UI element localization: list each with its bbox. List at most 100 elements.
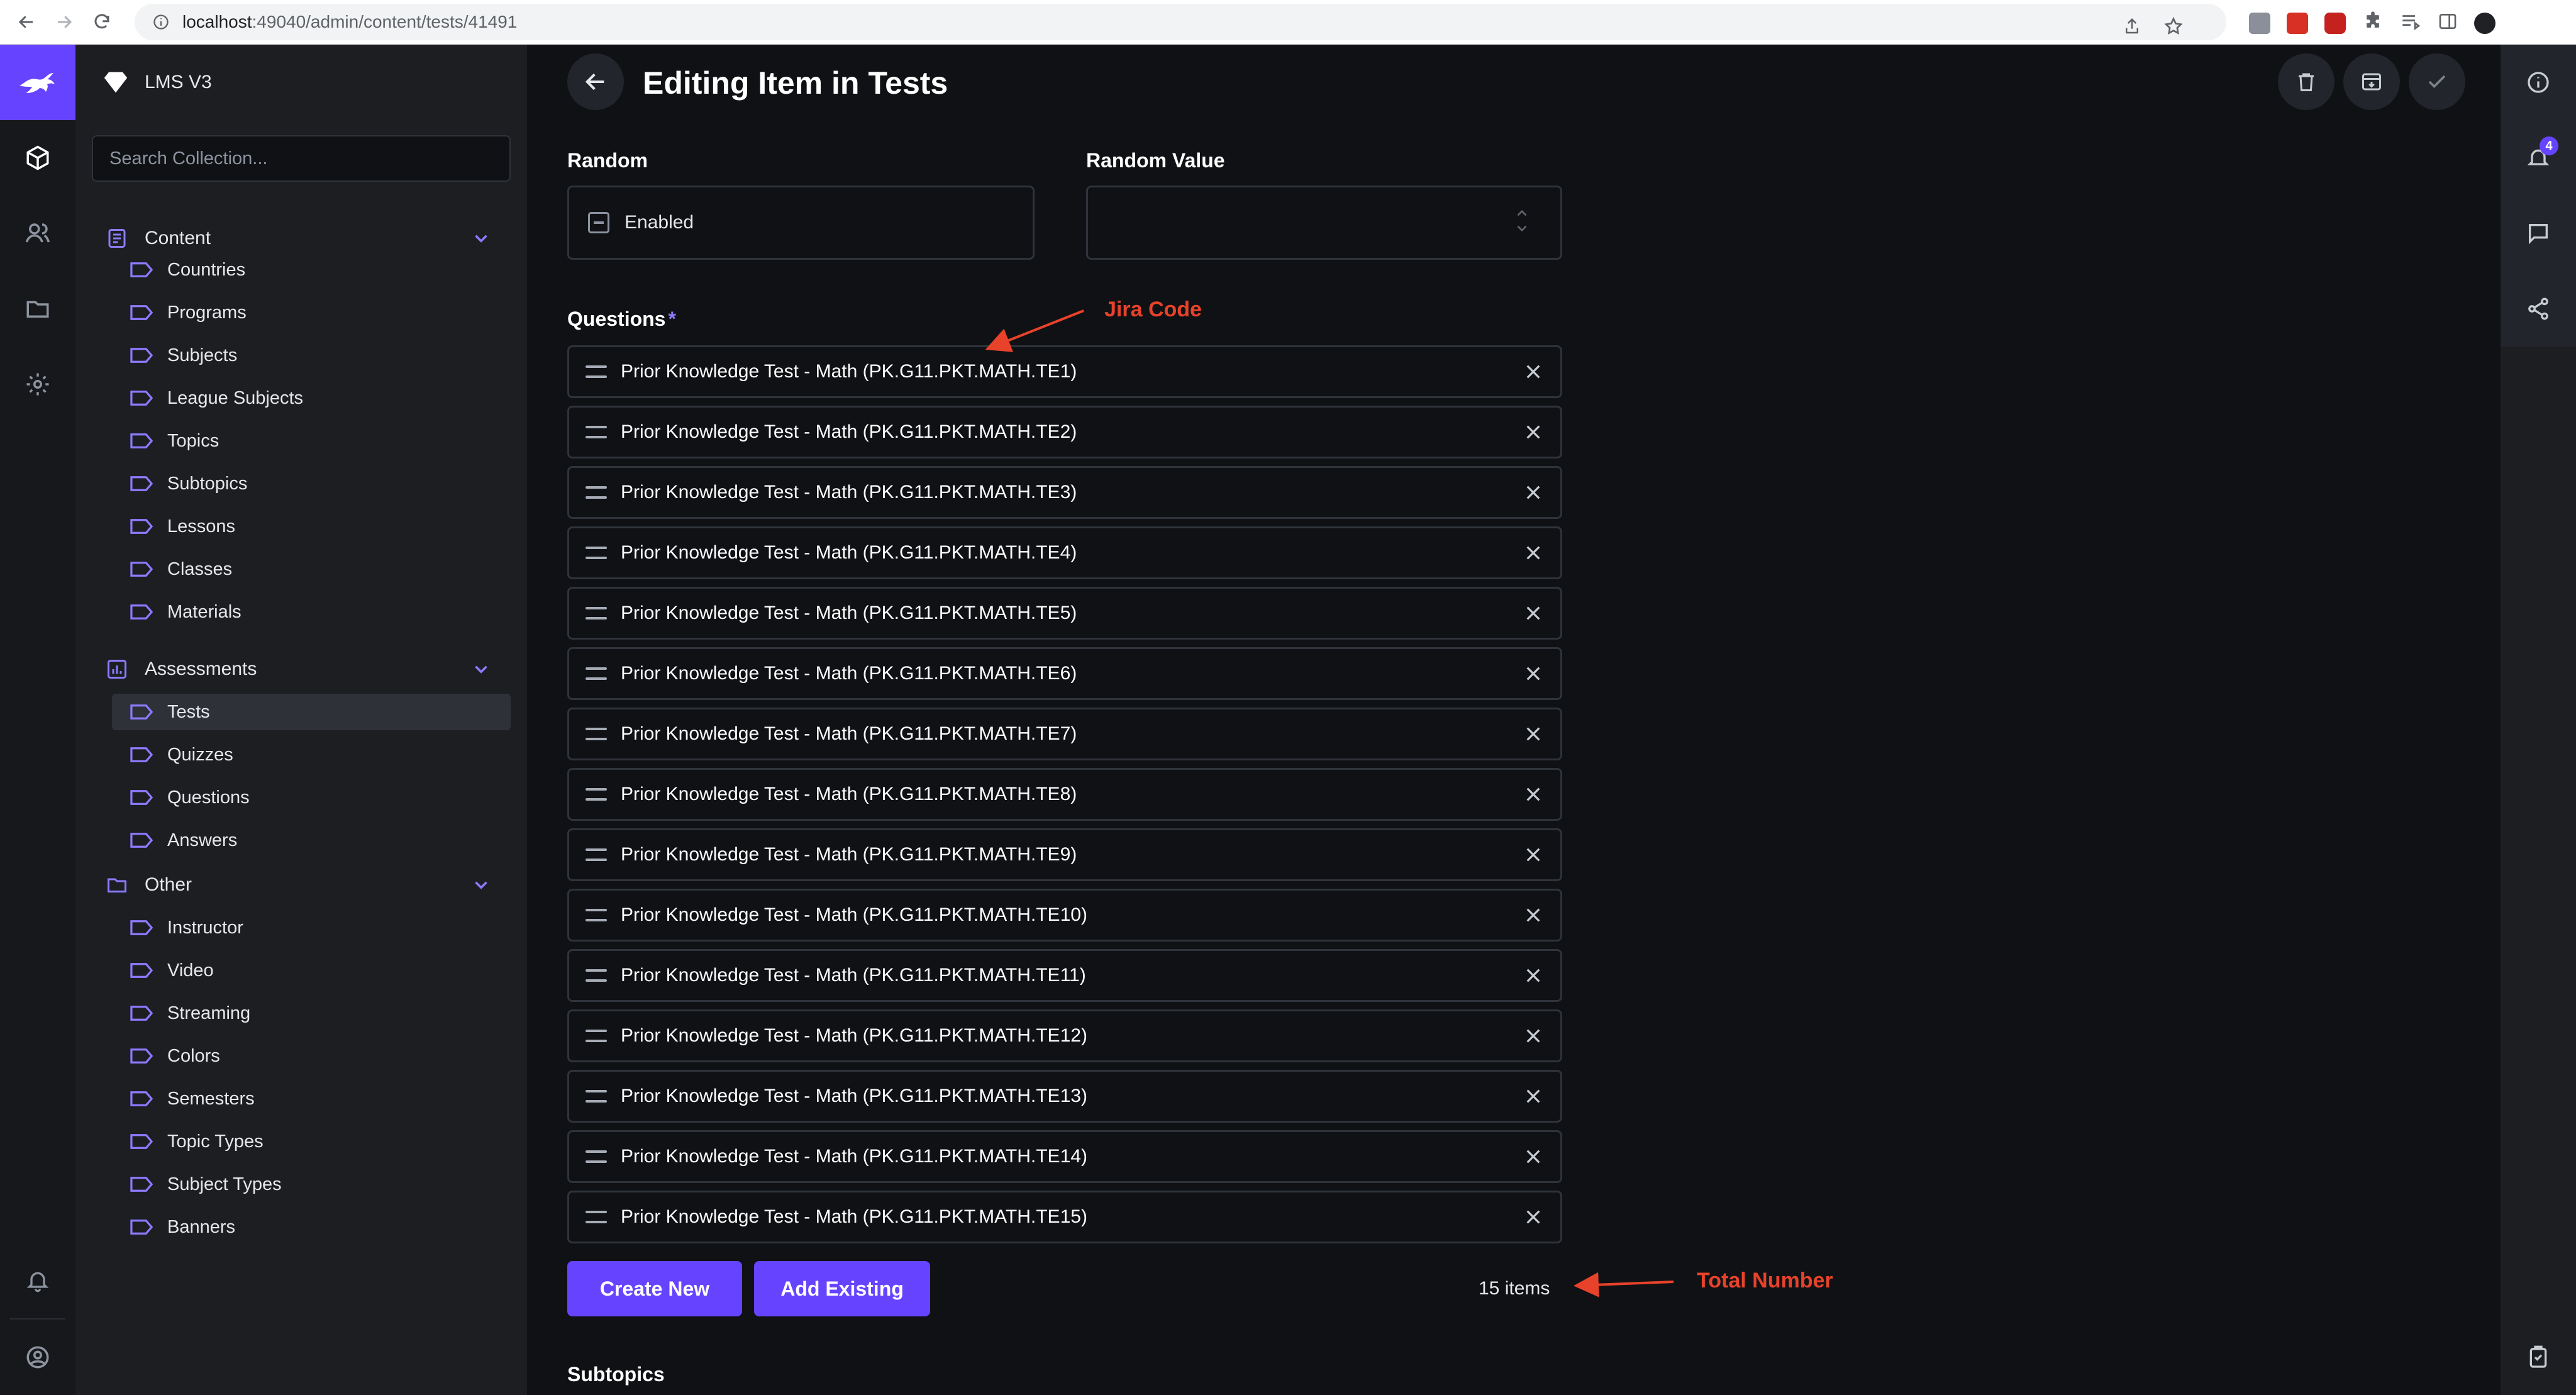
sidebar-item-label: Subjects [167,345,238,365]
bookmark-label-icon [130,1045,155,1067]
directus-logo[interactable] [0,45,75,120]
sidebar-item-programs[interactable]: Programs [112,294,511,331]
share-icon[interactable] [2118,13,2146,40]
sidebar-panel-rail: 4 [2501,45,2576,1395]
extension-icon-1[interactable] [2249,12,2270,34]
sidebar-item-lessons[interactable]: Lessons [112,508,511,545]
content-module-icon[interactable] [0,120,75,196]
nav-group-assessments[interactable]: Assessments [92,651,511,687]
collection-search[interactable] [92,135,511,182]
bookmark-label-icon [130,302,155,323]
comments-icon[interactable] [2501,196,2576,271]
browser-back-button[interactable] [8,3,45,41]
archive-button[interactable] [2343,53,2400,110]
save-button[interactable] [2409,53,2465,110]
sidebar-item-subjects[interactable]: Subjects [112,337,511,374]
extension-icon-3[interactable] [2324,12,2346,34]
sidebar-item-label: Colors [167,1045,220,1066]
user-account-icon[interactable] [0,1320,75,1395]
sidebar-item-label: Topic Types [167,1131,264,1152]
annotation-total-number: Total Number [1697,1269,1833,1292]
profile-avatar[interactable] [2474,12,2496,34]
side-panel-icon[interactable] [2438,11,2458,35]
bookmark-label-icon [130,516,155,537]
sidebar-item-questions[interactable]: Questions [112,779,511,816]
bookmark-label-icon [130,1088,155,1109]
sidebar-item-banners[interactable]: Banners [112,1209,511,1245]
sidebar-item-topics[interactable]: Topics [112,423,511,459]
sidebar-item-materials[interactable]: Materials [112,594,511,630]
sidebar-item-label: Materials [167,601,242,622]
delete-button[interactable] [2278,53,2334,110]
share-icon[interactable] [2501,271,2576,347]
sidebar-item-label: Tests [167,701,210,722]
sidebar-item-label: Banners [167,1216,236,1237]
bookmark-label-icon [130,701,155,723]
revisions-icon[interactable]: 4 [2501,120,2576,196]
url-path: :49040/admin/content/tests/41491 [252,12,518,31]
bookmark-label-icon [130,559,155,580]
annotation-jira-code: Jira Code [1104,297,1202,321]
sidebar-item-answers[interactable]: Answers [112,822,511,859]
sidebar-item-tests[interactable]: Tests [112,694,511,730]
notifications-bell-icon[interactable] [0,1243,75,1318]
project-logo-icon [104,72,128,93]
bookmark-label-icon [130,917,155,938]
browser-toolbar: localhost:49040/admin/content/tests/4149… [0,0,2576,45]
notification-badge: 4 [2540,136,2558,155]
sidebar-item-label: Answers [167,830,238,850]
reading-list-icon[interactable] [2400,11,2421,35]
navigation-sidebar: LMS V3 Content Countries Programs Subjects… [75,45,527,1395]
site-info-icon[interactable] [152,13,170,31]
chevron-down-icon[interactable] [470,228,492,249]
bookmark-star-icon[interactable] [2160,13,2187,40]
info-icon[interactable] [2501,45,2576,120]
bookmark-label-icon [130,430,155,452]
sidebar-item-label: Semesters [167,1088,255,1109]
bookmark-label-icon [130,1174,155,1195]
sidebar-item-classes[interactable]: Classes [112,551,511,587]
bookmark-label-icon [130,473,155,494]
chart-icon [104,657,130,682]
sidebar-item-label: League Subjects [167,387,304,408]
sidebar-item-label: Subject Types [167,1174,282,1194]
sidebar-item-label: Topics [167,430,219,451]
extensions-puzzle-icon[interactable] [2362,11,2384,35]
nav-group-other[interactable]: Other [92,867,511,903]
bookmark-label-icon [130,259,155,281]
browser-reload-button[interactable] [83,3,121,41]
sidebar-item-label: Countries [167,259,246,280]
users-module-icon[interactable] [0,196,75,271]
sidebar-item-countries[interactable]: Countries [112,252,511,288]
sidebar-item-video[interactable]: Video [112,952,511,989]
clipboard-icon[interactable] [2501,1320,2576,1395]
browser-forward-button[interactable] [45,3,83,41]
chevron-down-icon[interactable] [470,659,492,680]
sidebar-item-league-subjects[interactable]: League Subjects [112,380,511,416]
files-module-icon[interactable] [0,271,75,347]
sidebar-item-subtopics[interactable]: Subtopics [112,465,511,502]
sidebar-item-colors[interactable]: Colors [112,1038,511,1074]
search-input[interactable] [109,148,509,169]
bookmark-label-icon [130,830,155,851]
sidebar-item-topic-types[interactable]: Topic Types [112,1123,511,1160]
sidebar-item-quizzes[interactable]: Quizzes [112,736,511,773]
nav-group-label: Assessments [145,659,257,679]
project-header[interactable]: LMS V3 [75,45,527,120]
bookmark-label-icon [130,1131,155,1152]
nav-group-label: Other [145,874,192,895]
folder-icon [104,872,130,898]
chevron-down-icon[interactable] [470,874,492,896]
sidebar-item-semesters[interactable]: Semesters [112,1081,511,1117]
sidebar-item-label: Questions [167,787,250,808]
sidebar-item-subject-types[interactable]: Subject Types [112,1166,511,1203]
check-icon [2428,75,2446,89]
extension-icon-2[interactable] [2287,12,2308,34]
sidebar-item-streaming[interactable]: Streaming [112,995,511,1031]
sidebar-item-label: Instructor [167,917,243,938]
settings-gear-icon[interactable] [0,347,75,422]
bookmark-label-icon [130,345,155,366]
sidebar-item-instructor[interactable]: Instructor [112,909,511,946]
sidebar-item-label: Programs [167,302,247,323]
address-bar[interactable]: localhost:49040/admin/content/tests/4149… [135,4,2226,40]
